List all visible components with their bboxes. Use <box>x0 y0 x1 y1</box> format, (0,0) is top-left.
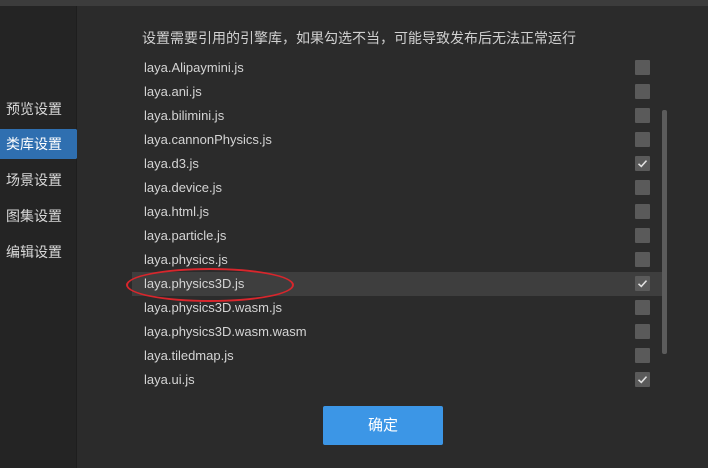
library-row[interactable]: laya.Alipaymini.js <box>132 56 662 80</box>
library-checkbox[interactable] <box>635 300 650 315</box>
library-row[interactable]: laya.d3.js <box>132 152 662 176</box>
library-checkbox[interactable] <box>635 132 650 147</box>
ok-button[interactable]: 确定 <box>323 406 443 445</box>
library-name: laya.ani.js <box>144 84 202 99</box>
library-list-scrollbar[interactable] <box>662 110 667 354</box>
library-checkbox[interactable] <box>635 156 650 171</box>
sidebar: 预览设置 类库设置 场景设置 图集设置 编辑设置 <box>0 6 91 468</box>
library-row[interactable]: laya.device.js <box>132 176 662 200</box>
library-settings-panel: 设置需要引用的引擎库，如果勾选不当，可能导致发布后无法正常运行 laya.Ali… <box>77 6 708 468</box>
library-checkbox[interactable] <box>635 204 650 219</box>
library-name: laya.device.js <box>144 180 223 195</box>
library-row[interactable]: laya.physics3D.js <box>132 272 662 296</box>
library-checkbox[interactable] <box>635 324 650 339</box>
library-name: laya.tiledmap.js <box>144 348 234 363</box>
sidebar-item-preview-settings[interactable]: 预览设置 <box>0 94 76 124</box>
library-checkbox[interactable] <box>635 108 650 123</box>
library-checkbox[interactable] <box>635 372 650 387</box>
library-row[interactable]: laya.html.js <box>132 200 662 224</box>
library-row[interactable]: laya.ani.js <box>132 80 662 104</box>
library-row[interactable]: laya.particle.js <box>132 224 662 248</box>
library-name: laya.bilimini.js <box>144 108 225 123</box>
sidebar-item-atlas-settings[interactable]: 图集设置 <box>0 201 76 231</box>
library-row[interactable]: laya.tiledmap.js <box>132 344 662 368</box>
checkmark-icon <box>637 280 648 288</box>
library-name: laya.physics3D.wasm.wasm <box>144 324 307 339</box>
library-checkbox[interactable] <box>635 348 650 363</box>
sidebar-item-scene-settings[interactable]: 场景设置 <box>0 165 76 195</box>
library-name: laya.d3.js <box>144 156 199 171</box>
library-name: laya.particle.js <box>144 228 227 243</box>
library-row[interactable]: laya.physics.js <box>132 248 662 272</box>
library-checkbox[interactable] <box>635 252 650 267</box>
library-row[interactable]: laya.cannonPhysics.js <box>132 128 662 152</box>
library-name: laya.Alipaymini.js <box>144 60 244 75</box>
library-row[interactable]: laya.ui.js <box>132 368 662 392</box>
library-checkbox[interactable] <box>635 228 650 243</box>
library-row[interactable]: laya.bilimini.js <box>132 104 662 128</box>
library-row[interactable]: laya.physics3D.wasm.wasm <box>132 320 662 344</box>
sidebar-item-library-settings[interactable]: 类库设置 <box>0 129 76 159</box>
library-name: laya.cannonPhysics.js <box>144 132 272 147</box>
library-hint-text: 设置需要引用的引擎库，如果勾选不当，可能导致发布后无法正常运行 <box>142 30 576 46</box>
library-checkbox[interactable] <box>635 84 650 99</box>
library-checkbox[interactable] <box>635 180 650 195</box>
library-list: laya.Alipaymini.js laya.ani.js laya.bilimi… <box>132 56 662 392</box>
sidebar-item-edit-settings[interactable]: 编辑设置 <box>0 237 76 267</box>
library-name: laya.ui.js <box>144 372 195 387</box>
library-name: laya.physics.js <box>144 252 228 267</box>
checkmark-icon <box>637 376 648 384</box>
library-name: laya.physics3D.wasm.js <box>144 300 282 315</box>
library-name: laya.physics3D.js <box>144 276 245 291</box>
settings-window: 预览设置 类库设置 场景设置 图集设置 编辑设置 设置需要引用的引擎库，如果勾选… <box>0 0 708 468</box>
checkmark-icon <box>637 160 648 168</box>
library-checkbox[interactable] <box>635 276 650 291</box>
library-row[interactable]: laya.physics3D.wasm.js <box>132 296 662 320</box>
library-checkbox[interactable] <box>635 60 650 75</box>
library-name: laya.html.js <box>144 204 210 219</box>
